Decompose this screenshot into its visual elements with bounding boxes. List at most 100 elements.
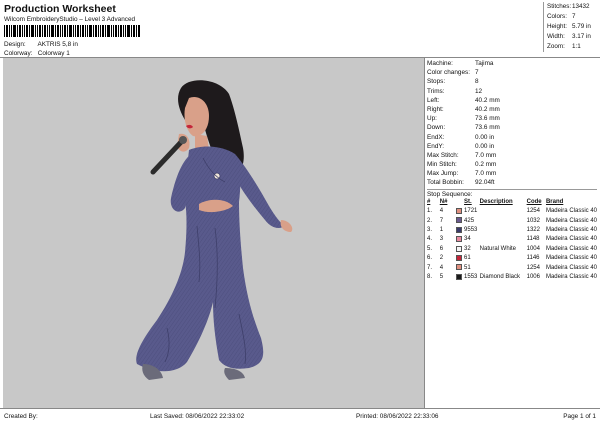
color-swatch bbox=[456, 236, 463, 243]
table-header: # N# St. Description Code Brand bbox=[427, 198, 597, 207]
swatch bbox=[456, 244, 464, 253]
table-row: 6. 2 61 1146 Madeira Classic 40 bbox=[427, 254, 597, 263]
needle-number: 4 bbox=[439, 264, 444, 271]
info-up: Up: 73.6 mm bbox=[427, 115, 500, 123]
needle-number: 6 bbox=[439, 245, 444, 252]
needle-number: 3 bbox=[439, 236, 444, 243]
color-swatch bbox=[456, 254, 463, 261]
table-row: 1. 4 1721 1254 Madeira Classic 40 bbox=[427, 207, 597, 216]
info-down: Down: 73.6 mm bbox=[427, 124, 500, 132]
needle-number: 5 bbox=[439, 274, 444, 281]
col-index: # bbox=[427, 199, 431, 206]
needle-number: 7 bbox=[439, 217, 444, 224]
table-row: 8. 5 1553 Diamond Black 1006 Madeira Classic … bbox=[427, 272, 597, 281]
thread-code: 1032 bbox=[526, 217, 540, 224]
col-stitches: St. bbox=[464, 199, 472, 206]
info-stops: Stops: 8 bbox=[427, 78, 479, 86]
colorway-row: Colorway: Colorway 1 bbox=[4, 50, 70, 57]
row-index: 7. bbox=[427, 264, 433, 271]
stitch-count: 51 bbox=[464, 264, 471, 271]
color-swatch bbox=[456, 245, 463, 252]
thread-description bbox=[480, 216, 527, 225]
microphone bbox=[150, 137, 186, 175]
needle-number: 2 bbox=[439, 255, 444, 262]
stitch-count: 32 bbox=[464, 245, 471, 252]
thread-brand: Madeira Classic 40 bbox=[545, 208, 597, 215]
table-row: 3. 1 9553 1322 Madeira Classic 40 bbox=[427, 225, 597, 234]
color-swatch bbox=[456, 217, 463, 224]
table-row: 7. 4 51 1254 Madeira Classic 40 bbox=[427, 263, 597, 272]
stat-zoom: Zoom: 1:1 bbox=[547, 43, 581, 50]
thread-brand: Madeira Classic 40 bbox=[545, 245, 597, 252]
col-code: Code bbox=[526, 199, 542, 206]
stitch-count: 9553 bbox=[464, 227, 478, 234]
color-swatch bbox=[456, 264, 463, 271]
thread-brand: Madeira Classic 40 bbox=[545, 255, 597, 262]
needle-number: 4 bbox=[439, 208, 444, 215]
row-index: 8. bbox=[427, 274, 433, 281]
design-preview bbox=[3, 58, 425, 408]
thread-brand: Madeira Classic 40 bbox=[545, 227, 597, 234]
stat-height: Height: 5.79 in bbox=[547, 23, 591, 30]
info-total-bobbin: Total Bobbin: 92.04ft bbox=[427, 179, 495, 187]
col-brand: Brand bbox=[545, 199, 564, 206]
created-by: Created By: bbox=[4, 413, 38, 420]
swatch bbox=[456, 254, 464, 263]
design-row: Design: AKTRIS 5,8 in bbox=[4, 41, 78, 48]
row-index: 2. bbox=[427, 217, 433, 224]
embroidery-figure bbox=[136, 80, 293, 380]
stitch-count: 61 bbox=[464, 255, 471, 262]
info-machine: Machine: Tajima bbox=[427, 60, 494, 67]
info-right: Right: 40.2 mm bbox=[427, 105, 500, 113]
info-endx: EndX: 0.00 in bbox=[427, 133, 495, 141]
swatch bbox=[456, 207, 464, 216]
stat-stitches: Stitches: 13432 bbox=[547, 3, 590, 10]
thread-code: 1254 bbox=[526, 208, 540, 215]
stop-sequence-table: # N# St. Description Code Brand 1. 4 1721 1… bbox=[427, 198, 597, 282]
row-index: 4. bbox=[427, 236, 433, 243]
table-row: 2. 7 425 1032 Madeira Classic 40 bbox=[427, 216, 597, 225]
thread-description bbox=[480, 254, 527, 263]
page-title: Production Worksheet bbox=[4, 3, 116, 15]
col-swatch bbox=[456, 198, 464, 207]
row-index: 1. bbox=[427, 208, 433, 215]
info-endy: EndY: 0.00 in bbox=[427, 142, 495, 150]
thread-description: Diamond Black bbox=[479, 274, 521, 281]
thread-code: 1322 bbox=[526, 227, 540, 234]
color-swatch bbox=[456, 208, 463, 215]
arm-right bbox=[235, 154, 285, 228]
swatch bbox=[456, 272, 464, 281]
info-trims: Trims: 12 bbox=[427, 87, 483, 95]
stat-width: Width: 3.17 in bbox=[547, 33, 591, 40]
color-swatch bbox=[456, 226, 463, 233]
thread-description: Natural White bbox=[479, 245, 517, 252]
info-color-changes: Color changes: 7 bbox=[427, 69, 479, 77]
colorway-value: Colorway 1 bbox=[37, 50, 70, 57]
shoe-right bbox=[224, 368, 245, 380]
needle-number: 1 bbox=[439, 227, 444, 234]
info-left: Left: 40.2 mm bbox=[427, 96, 500, 104]
thread-code: 1254 bbox=[526, 264, 540, 271]
stat-colors: Colors: 7 bbox=[547, 13, 576, 20]
color-swatch bbox=[456, 273, 463, 280]
col-description: Description bbox=[479, 199, 513, 206]
machine-info-panel: Machine: Tajima Color changes: 7 Stops: 8 T… bbox=[427, 59, 597, 282]
design-value: AKTRIS 5,8 in bbox=[37, 41, 78, 48]
info-max-stitch: Max Stitch: 7.0 mm bbox=[427, 151, 497, 159]
page-number: Page 1 of 1 bbox=[563, 413, 596, 420]
info-min-stitch: Min Stitch: 0.2 mm bbox=[427, 161, 497, 169]
thread-description bbox=[480, 263, 527, 272]
info-max-jump: Max Jump: 7.0 mm bbox=[427, 170, 497, 178]
stitch-count: 34 bbox=[464, 236, 471, 243]
thread-description bbox=[480, 207, 527, 216]
row-index: 6. bbox=[427, 255, 433, 262]
software-name: Wilcom EmbroideryStudio – Level 3 Advanc… bbox=[4, 16, 136, 23]
stitch-count: 1721 bbox=[464, 208, 478, 215]
thread-code: 1006 bbox=[526, 274, 540, 281]
colorway-label: Colorway: bbox=[4, 50, 33, 57]
swatch bbox=[456, 235, 464, 244]
thread-brand: Madeira Classic 40 bbox=[545, 274, 597, 281]
col-needle: N# bbox=[439, 199, 448, 206]
last-saved: Last Saved: 08/06/2022 22:33:02 bbox=[150, 413, 245, 420]
thread-brand: Madeira Classic 40 bbox=[545, 264, 597, 271]
